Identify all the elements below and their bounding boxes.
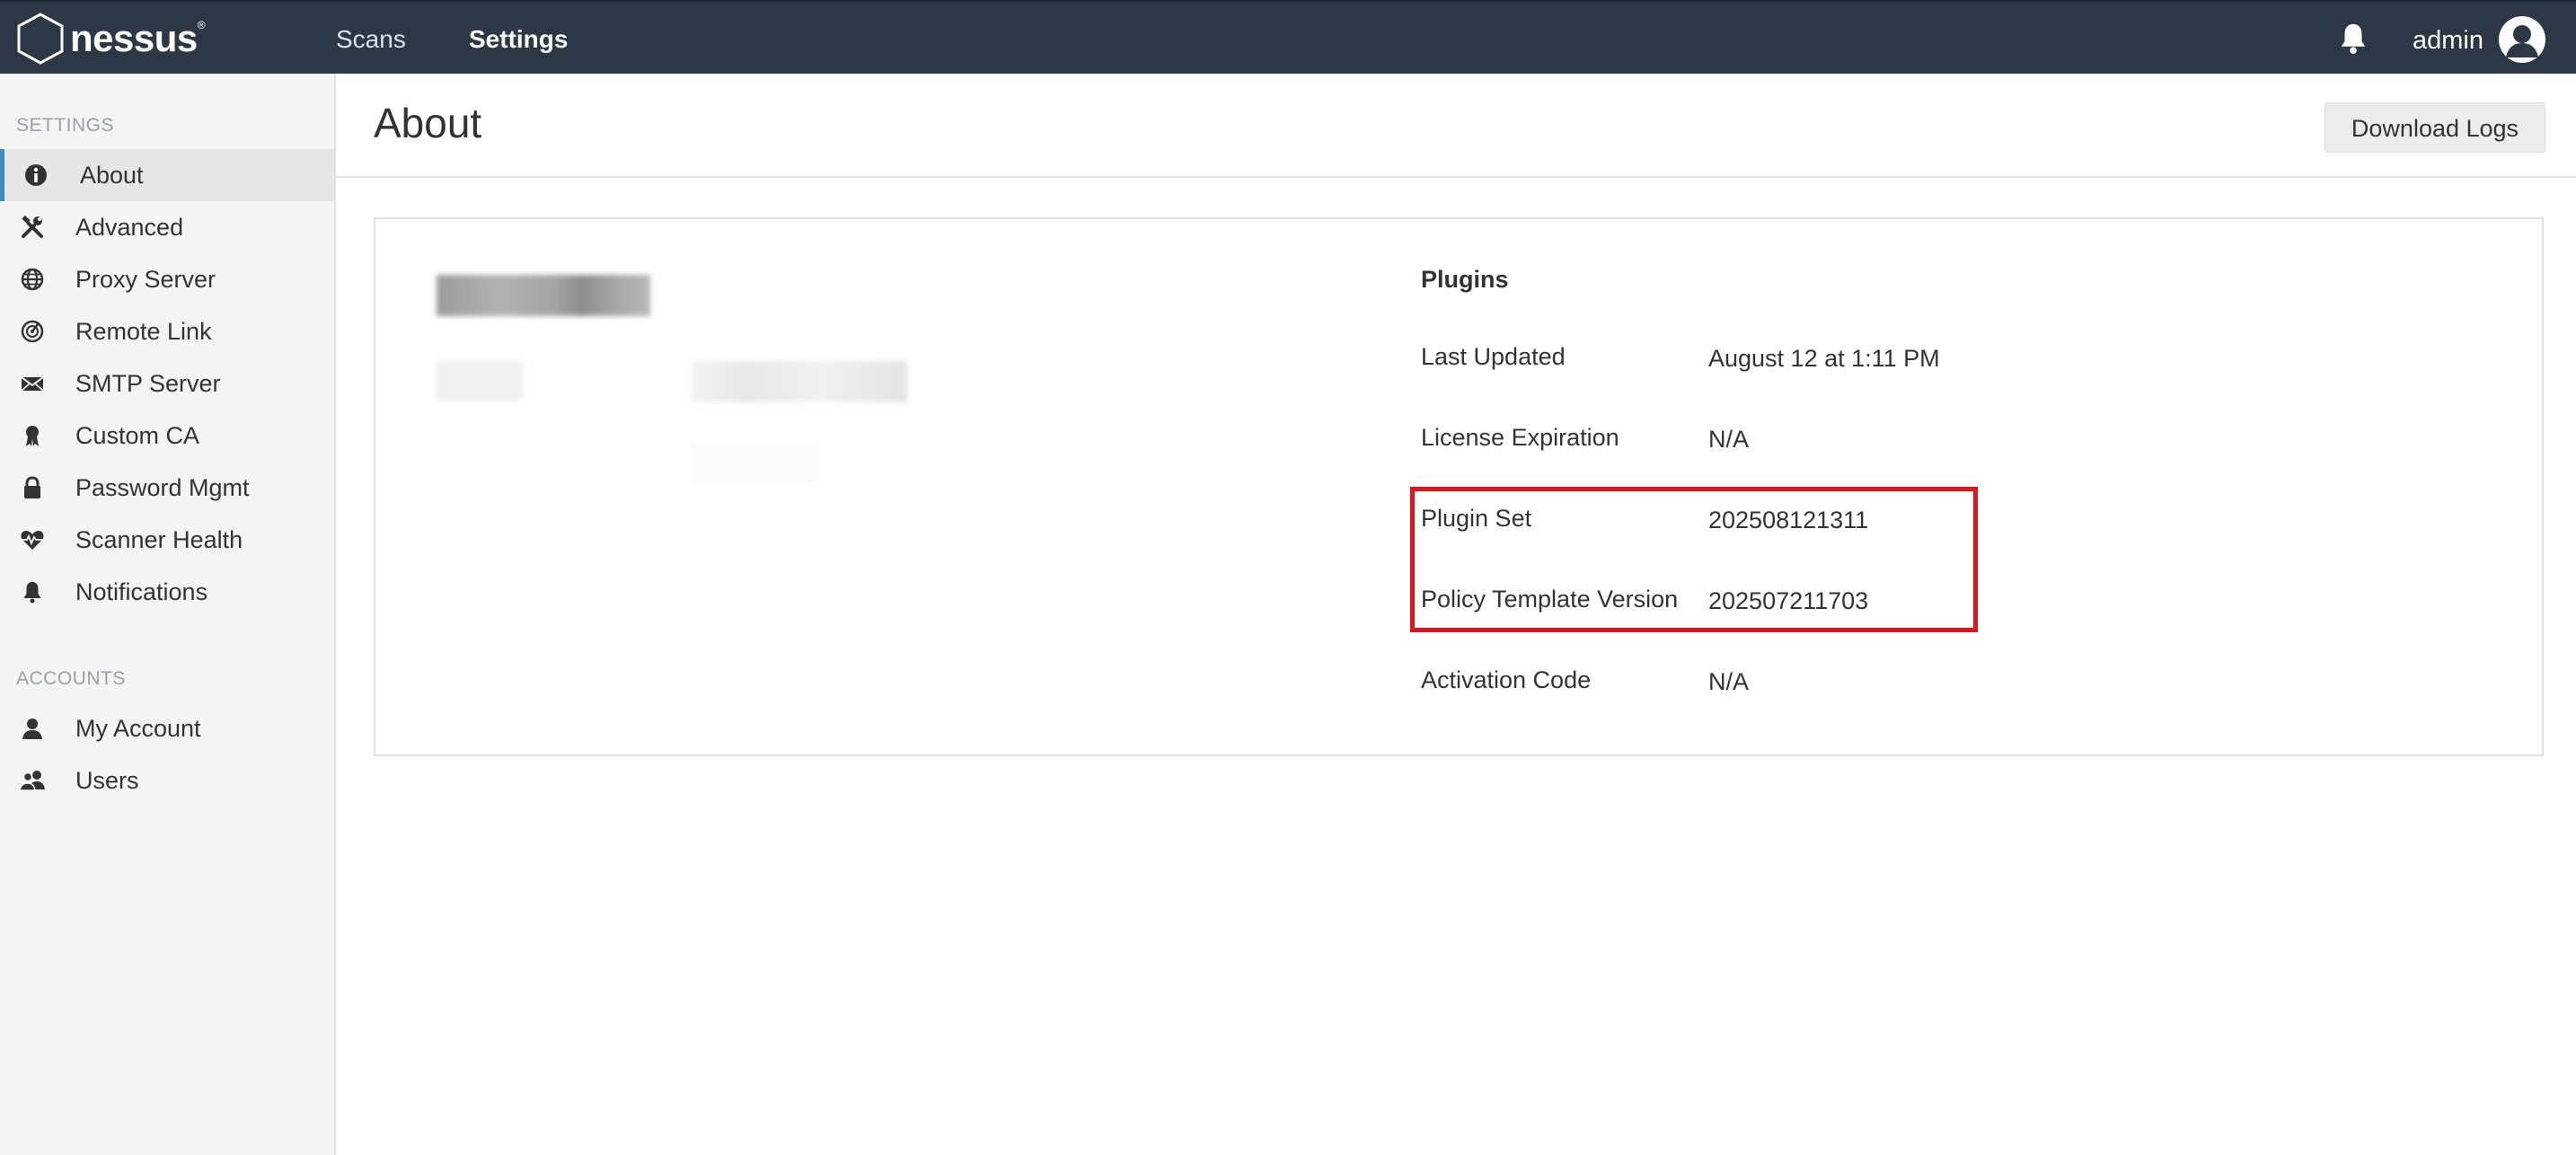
bell-icon xyxy=(23,582,41,604)
user-menu-name[interactable]: admin xyxy=(2413,2,2483,75)
top-navigation-bar: nessus® Scans Settings admin xyxy=(0,0,2576,74)
redacted-value-secondary xyxy=(692,444,817,481)
logo-text: nessus® xyxy=(70,17,206,59)
sidebar-item-custom-ca[interactable]: Custom CA xyxy=(0,410,334,462)
sidebar-item-label: Proxy Server xyxy=(75,265,216,293)
license-expiration-label: License Expiration xyxy=(1421,424,1619,451)
sidebar-item-advanced[interactable]: Advanced xyxy=(0,201,334,253)
sidebar-item-remote-link[interactable]: Remote Link xyxy=(0,305,334,357)
sidebar-item-smtp-server[interactable]: SMTP Server xyxy=(0,357,334,410)
user-avatar-icon[interactable] xyxy=(2499,16,2545,63)
sidebar-item-proxy-server[interactable]: Proxy Server xyxy=(0,253,334,305)
sidebar-item-users[interactable]: Users xyxy=(0,754,334,807)
redacted-product-name xyxy=(437,275,650,316)
download-logs-button[interactable]: Download Logs xyxy=(2325,102,2545,153)
sidebar-item-label: Advanced xyxy=(75,213,184,241)
sidebar-item-label: Users xyxy=(75,766,139,794)
sidebar-item-my-account[interactable]: My Account xyxy=(0,702,334,754)
nav-settings[interactable]: Settings xyxy=(469,2,568,75)
lock-icon xyxy=(24,476,40,498)
highlight-annotation-box xyxy=(1410,487,1978,632)
info-circle-icon xyxy=(25,164,47,186)
last-updated-label: Last Updated xyxy=(1421,343,1566,370)
sidebar-item-notifications[interactable]: Notifications xyxy=(0,566,334,618)
page-title: About xyxy=(374,100,482,146)
users-icon xyxy=(19,771,45,791)
bell-icon[interactable] xyxy=(2337,22,2369,56)
sidebar-item-label: Scanner Health xyxy=(75,525,243,553)
hexagon-logo-icon xyxy=(17,13,64,65)
link-icon xyxy=(21,320,44,343)
redacted-label xyxy=(437,361,523,401)
sidebar-item-label: Password Mgmt xyxy=(75,473,250,501)
envelope-icon xyxy=(21,376,44,392)
heartbeat-icon xyxy=(20,531,45,550)
sidebar-header-accounts: ACCOUNTS xyxy=(16,668,126,689)
settings-sidebar: SETTINGS About Advanced Proxy Server Rem… xyxy=(0,74,336,1155)
sidebar-item-scanner-health[interactable]: Scanner Health xyxy=(0,514,334,566)
sidebar-item-label: SMTP Server xyxy=(75,369,221,397)
user-icon xyxy=(22,719,42,739)
page-header: About Download Logs xyxy=(336,74,2576,178)
sidebar-item-label: Custom CA xyxy=(75,421,200,449)
plugins-section-title: Plugins xyxy=(1421,266,1509,293)
sidebar-item-label: Remote Link xyxy=(75,317,212,345)
tools-icon xyxy=(22,215,43,238)
nav-scans[interactable]: Scans xyxy=(336,2,406,75)
sidebar-header-settings: SETTINGS xyxy=(16,115,115,136)
activation-code-label: Activation Code xyxy=(1421,666,1592,693)
globe-icon xyxy=(21,268,44,291)
nessus-logo[interactable]: nessus® xyxy=(14,11,206,66)
ribbon-icon xyxy=(26,426,39,446)
activation-code-value: N/A xyxy=(1708,668,1750,695)
last-updated-value: August 12 at 1:11 PM xyxy=(1708,345,1940,372)
redacted-value xyxy=(692,361,907,402)
license-expiration-value: N/A xyxy=(1708,426,1750,453)
sidebar-item-password-mgmt[interactable]: Password Mgmt xyxy=(0,462,334,514)
sidebar-item-label: About xyxy=(80,161,144,189)
sidebar-item-label: My Account xyxy=(75,714,201,742)
sidebar-item-label: Notifications xyxy=(75,578,208,605)
sidebar-item-about[interactable]: About xyxy=(0,149,334,201)
